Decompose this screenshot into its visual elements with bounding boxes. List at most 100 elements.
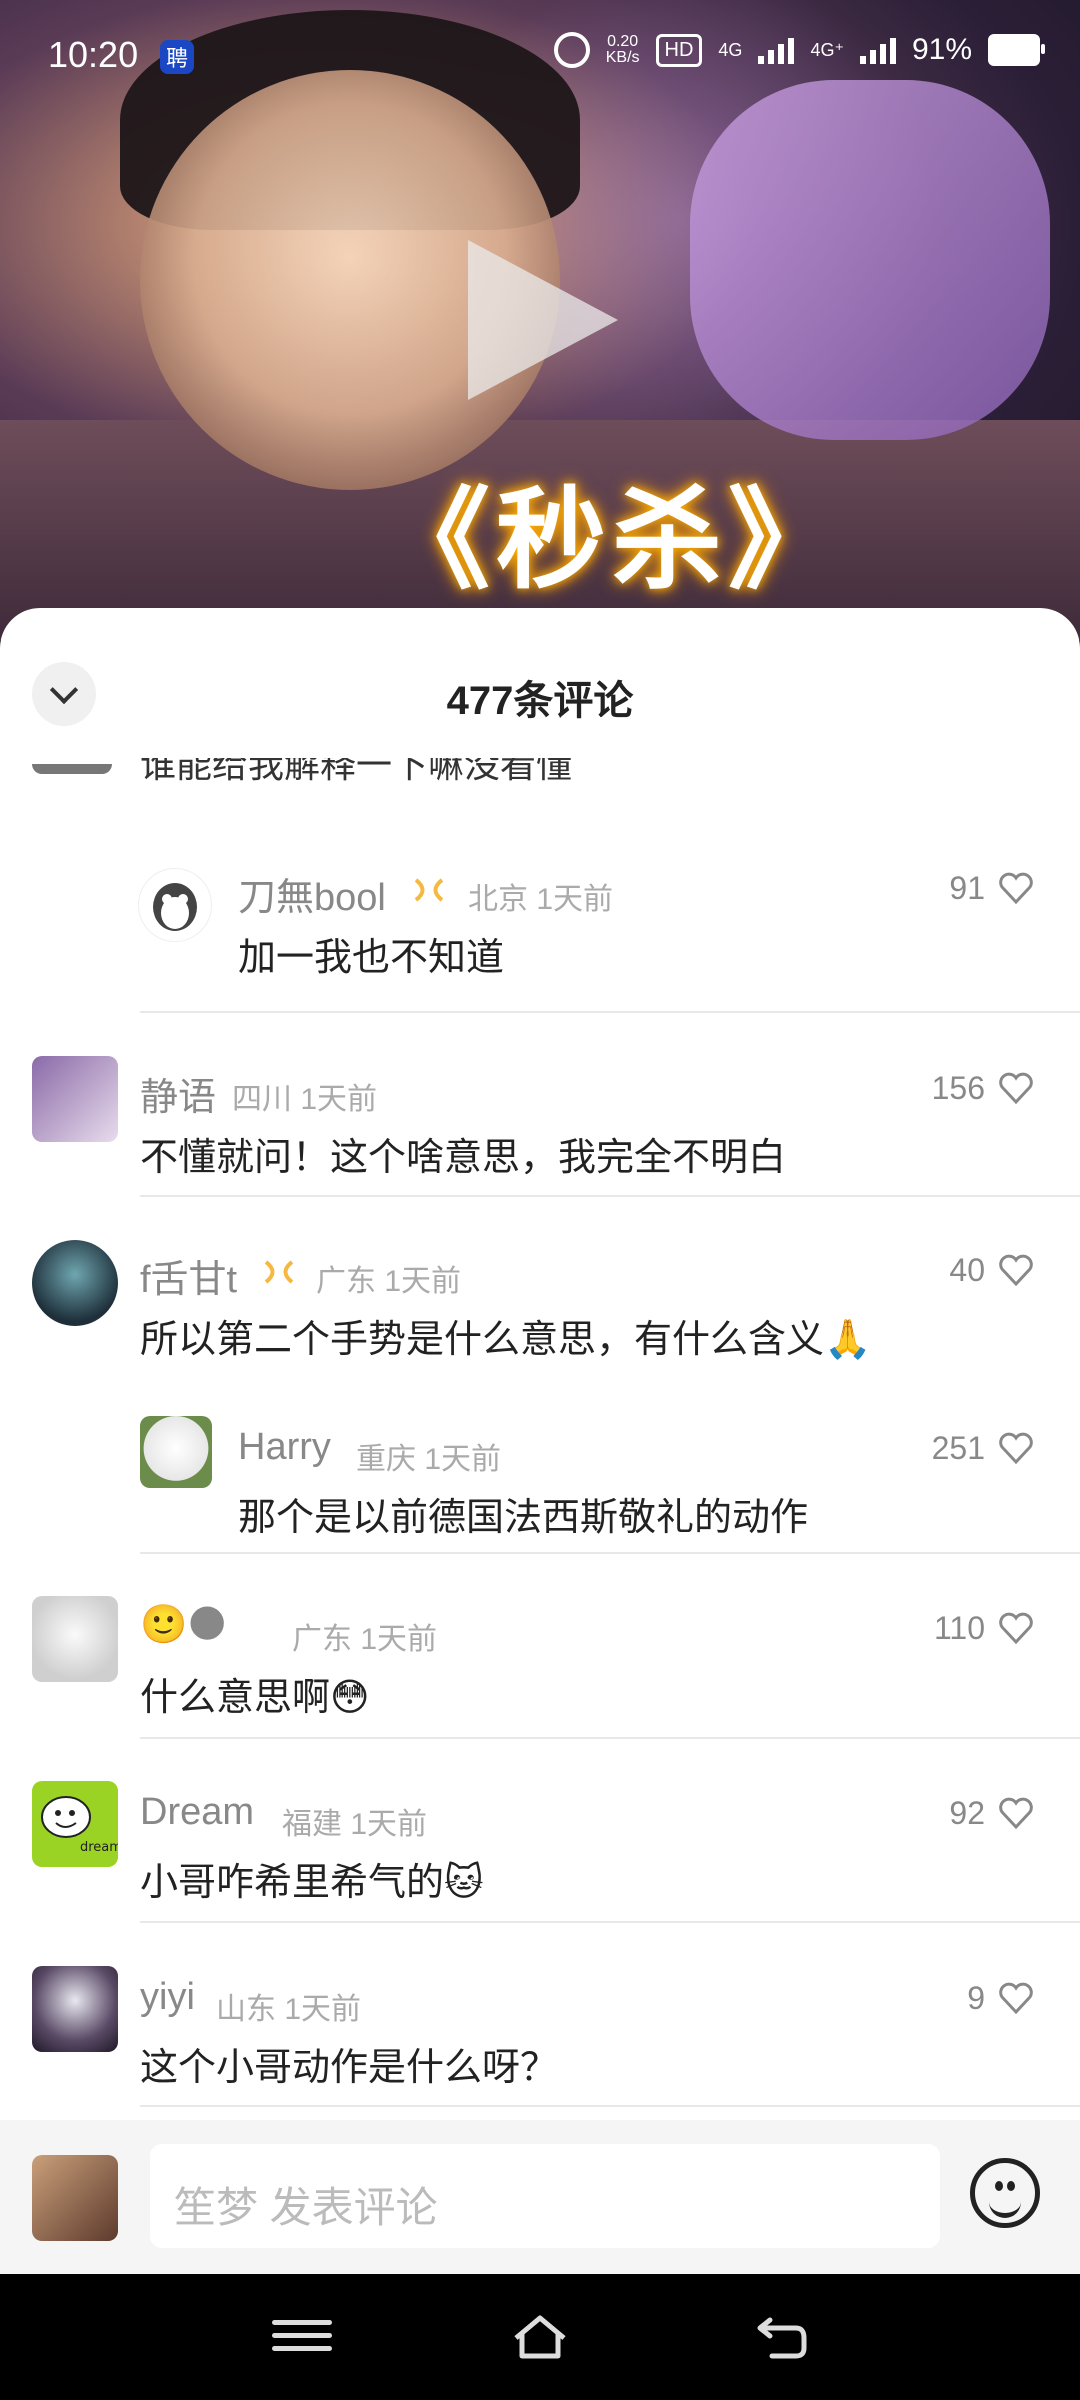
status-time: 10:20 <box>48 34 139 75</box>
comment-text: 什么意思啊😳 <box>140 1677 370 1719</box>
notification-badge: 聘 <box>160 40 194 74</box>
network-speed-unit: KB/s <box>605 49 640 66</box>
dream-logo-icon: dream <box>41 1796 118 1855</box>
heart-icon[interactable] <box>998 1432 1034 1464</box>
username[interactable]: Dream <box>140 1791 254 1834</box>
comment-time: 1天前 <box>424 1443 502 1476</box>
user-badge-icon <box>414 878 444 902</box>
network-label-1: 4G <box>718 39 743 60</box>
home-glyph <box>514 2315 566 2359</box>
network-speed-value: 0.20 <box>607 33 639 50</box>
comment-time: 1天前 <box>536 883 614 916</box>
heart-icon[interactable] <box>998 1797 1034 1829</box>
like-count: 251 <box>931 1430 985 1466</box>
username[interactable]: 静语 <box>140 1066 216 1121</box>
avatar-penguin-icon <box>153 883 197 931</box>
avatar[interactable] <box>140 1416 212 1488</box>
username[interactable]: yiyi <box>140 1976 195 2019</box>
comments-sheet: 477条评论 谁能给我解释一下嘛没看懂 刀無bool 北京 1天前 加一我也不知… <box>0 608 1080 2274</box>
divider <box>140 1921 1080 1923</box>
avatar[interactable]: dream <box>32 1781 118 1867</box>
video-title-text: 《秒杀》 <box>380 476 844 604</box>
divider <box>140 1195 1080 1197</box>
username[interactable]: Harry <box>238 1426 331 1469</box>
comment-input-placeholder: 笙梦 发表评论 <box>174 2184 438 2231</box>
like-count: 9 <box>967 1980 985 2016</box>
comment-time: 1天前 <box>300 1083 378 1116</box>
divider <box>140 1552 1080 1554</box>
reply-item: Harry 重庆 1天前 那个是以前德国法西斯敬礼的动作 251 <box>0 1398 1080 1578</box>
comment-text: 所以第二个手势是什么意思，有什么含义🙏 <box>140 1319 872 1361</box>
avatar[interactable] <box>32 1240 118 1326</box>
heart-icon[interactable] <box>998 1254 1034 1286</box>
user-badge-icon <box>264 1260 294 1284</box>
emoji-icon[interactable] <box>970 2158 1040 2228</box>
comment-item: yiyi 山东 1天前 这个小哥动作是什么呀？ 9 <box>0 1948 1080 2128</box>
status-icons: 0.20 KB/s HD 4G 4G⁺ 91% <box>553 32 1045 68</box>
comments-count-title: 477条评论 <box>446 679 634 723</box>
comment-text-cut: 谁能给我解释一下嘛没看懂 <box>140 758 573 785</box>
comment-text: 这个小哥动作是什么呀？ <box>140 2047 559 2089</box>
play-icon[interactable] <box>468 240 618 400</box>
comment-item: 🙂🌑 广东 1天前 什么意思啊😳 110 <box>0 1578 1080 1758</box>
avatar[interactable] <box>32 1056 118 1142</box>
username[interactable]: f舌甘t <box>140 1248 237 1303</box>
comment-item: 静语 四川 1天前 不懂就问！这个啥意思，我完全不明白 156 <box>0 1038 1080 1228</box>
comment-item: f舌甘t 广东 1天前 所以第二个手势是什么意思，有什么含义🙏 40 <box>0 1220 1080 1380</box>
comment-location: 福建 <box>282 1808 342 1841</box>
like-count: 110 <box>933 1610 985 1646</box>
comment-time: 1天前 <box>360 1623 438 1656</box>
comment-location: 四川 <box>232 1083 292 1116</box>
network-label-2: 4G⁺ <box>810 39 844 60</box>
comment-location: 广东 <box>316 1265 376 1298</box>
comment-text: 小哥咋希里希气的🐱 <box>140 1862 484 1904</box>
comment-time: 1天前 <box>284 1993 362 2026</box>
comment-meta: 重庆 1天前 <box>356 1434 501 1478</box>
heart-icon[interactable] <box>998 872 1034 904</box>
status-bar: 10:20 聘 0.20 KB/s HD 4G 4G⁺ 91% <box>0 0 1080 110</box>
back-icon[interactable] <box>752 2312 812 2362</box>
menu-icon[interactable] <box>272 2312 332 2362</box>
reply-item: 刀無bool 北京 1天前 加一我也不知道 91 <box>0 838 1080 1038</box>
comment-text: 加一我也不知道 <box>238 937 505 979</box>
avatar[interactable] <box>32 1596 118 1682</box>
avatar[interactable] <box>138 868 212 942</box>
avatar[interactable] <box>32 764 112 774</box>
comment-meta: 四川 1天前 <box>232 1074 377 1118</box>
divider <box>140 1011 1080 1013</box>
comment-item: dream Dream 福建 1天前 小哥咋希里希气的🐱 92 <box>0 1763 1080 1943</box>
comment-meta: 福建 1天前 <box>282 1799 427 1843</box>
signal-icon-2 <box>859 36 896 64</box>
username[interactable]: 刀無bool <box>238 866 386 921</box>
signal-icon-1 <box>758 36 795 64</box>
heart-icon[interactable] <box>998 1982 1034 2014</box>
like-count: 91 <box>949 870 985 906</box>
username[interactable]: 🙂🌑 <box>140 1602 227 1647</box>
avatar[interactable] <box>32 1966 118 2052</box>
home-icon[interactable] <box>510 2312 570 2362</box>
comment-text: 那个是以前德国法西斯敬礼的动作 <box>238 1497 809 1539</box>
back-glyph <box>757 2317 807 2359</box>
comment-location: 重庆 <box>356 1443 416 1476</box>
comment-time: 1天前 <box>350 1808 428 1841</box>
heart-icon[interactable] <box>998 1612 1034 1644</box>
like-count: 40 <box>949 1252 985 1288</box>
alarm-icon <box>553 32 590 68</box>
comment-input[interactable]: 笙梦 发表评论 <box>150 2144 940 2248</box>
current-user-avatar[interactable] <box>32 2155 118 2241</box>
comment-meta: 广东 1天前 <box>316 1256 461 1300</box>
network-speed: 0.20 KB/s <box>606 34 640 66</box>
comment-meta: 广东 1天前 <box>292 1614 437 1658</box>
divider <box>140 1737 1080 1739</box>
battery-percent: 91% <box>911 33 972 66</box>
heart-icon[interactable] <box>998 1072 1034 1104</box>
comment-location: 山东 <box>216 1993 276 2026</box>
hd-icon: HD <box>655 33 703 67</box>
video-figure-hand <box>690 80 1050 440</box>
comment-time: 1天前 <box>384 1265 462 1298</box>
comment-meta: 山东 1天前 <box>216 1984 361 2028</box>
like-count: 156 <box>931 1070 985 1106</box>
like-count: 92 <box>949 1795 985 1831</box>
comment-meta: 北京 1天前 <box>468 874 613 918</box>
divider <box>140 2105 1080 2107</box>
